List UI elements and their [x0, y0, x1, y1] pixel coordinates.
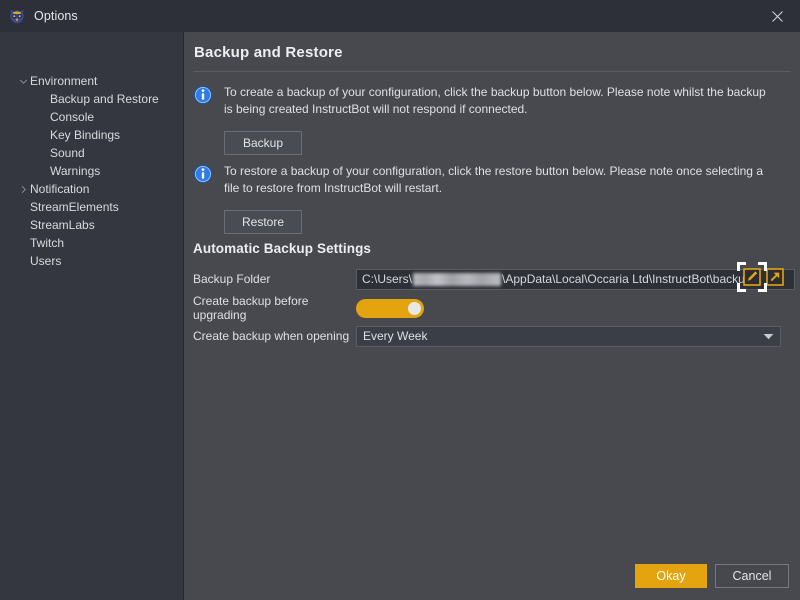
sidebar-item-label: StreamLabs [30, 218, 95, 232]
redacted-username [413, 272, 502, 286]
toggle-knob [408, 301, 421, 315]
sidebar-item-label: Warnings [50, 164, 101, 178]
settings-sidebar: Environment Backup and Restore Console K… [0, 32, 183, 600]
window-title: Options [34, 9, 78, 23]
backup-folder-input[interactable]: C:\Users\ \AppData\Local\Occaria Ltd\Inst… [356, 268, 795, 290]
info-icon [193, 164, 213, 184]
page-title: Backup and Restore [194, 44, 343, 61]
edit-pencil-icon[interactable] [743, 268, 761, 286]
sidebar-item-twitch[interactable]: Twitch [0, 234, 183, 252]
close-button[interactable] [754, 0, 800, 32]
sidebar-item-label: Console [50, 110, 95, 124]
backup-button[interactable]: Backup [224, 131, 302, 155]
create-backup-when-opening-label: Create backup when opening [193, 329, 350, 343]
sidebar-item-label: Twitch [30, 236, 65, 250]
backup-info-row: To create a backup of your configuration… [193, 84, 769, 117]
sidebar-item-label: Backup and Restore [50, 92, 159, 106]
sidebar-item-label: Environment [30, 74, 98, 88]
automatic-backup-settings-title: Automatic Backup Settings [193, 241, 372, 256]
sidebar-item-console[interactable]: Console [0, 108, 183, 126]
backup-info-text: To create a backup of your configuration… [224, 85, 766, 116]
chevron-down-icon[interactable] [16, 74, 30, 88]
sidebar-item-label: Users [30, 254, 62, 268]
sidebar-item-backup-and-restore[interactable]: Backup and Restore [0, 90, 183, 108]
backup-folder-value: C:\Users\ \AppData\Local\Occaria Ltd\Inst… [362, 272, 761, 286]
sidebar-item-sound[interactable]: Sound [0, 144, 183, 162]
cancel-button[interactable]: Cancel [715, 564, 789, 588]
owl-mascot-icon [10, 9, 24, 24]
sidebar-item-label: Sound [50, 146, 85, 160]
okay-button[interactable]: Okay [635, 564, 707, 588]
restore-info-text: To restore a backup of your configuratio… [224, 164, 763, 195]
restore-button[interactable]: Restore [224, 210, 302, 234]
sidebar-item-label: StreamElements [30, 200, 119, 214]
sidebar-item-label: Key Bindings [50, 128, 121, 142]
sidebar-item-streamelements[interactable]: StreamElements [0, 198, 183, 216]
sidebar-item-notification[interactable]: Notification [0, 180, 183, 198]
backup-folder-row: Backup Folder C:\Users\ \AppData\Local\Oc… [193, 268, 795, 290]
select-value: Every Week [363, 329, 428, 343]
options-window: Options Environment Backup and Restore C… [0, 0, 800, 600]
restore-info-block: To restore a backup of your configuratio… [193, 163, 769, 234]
sidebar-item-users[interactable]: Users [0, 252, 183, 270]
backup-folder-actions [737, 262, 795, 298]
create-backup-before-upgrading-toggle[interactable] [356, 298, 424, 318]
sidebar-item-warnings[interactable]: Warnings [0, 162, 183, 180]
create-backup-when-opening-select[interactable]: Every Week [356, 325, 781, 347]
restore-info-row: To restore a backup of your configuratio… [193, 163, 769, 196]
titlebar: Options [0, 0, 800, 32]
sidebar-item-streamlabs[interactable]: StreamLabs [0, 216, 183, 234]
chevron-down-icon [763, 333, 774, 339]
create-backup-before-upgrading-label: Create backup before upgrading [193, 294, 309, 322]
info-icon [193, 85, 213, 105]
backup-folder-label: Backup Folder [193, 272, 271, 286]
backup-folder-prefix: C:\Users\ [362, 272, 413, 286]
create-backup-before-upgrading-row: Create backup before upgrading [193, 294, 424, 322]
sidebar-item-label: Notification [30, 182, 90, 196]
open-external-icon[interactable] [766, 268, 784, 286]
backup-folder-suffix: \AppData\Local\Occaria Ltd\InstructBot\b… [502, 272, 761, 286]
create-backup-when-opening-row: Create backup when opening Every Week [193, 325, 781, 347]
sidebar-item-environment[interactable]: Environment [0, 72, 183, 90]
close-icon [771, 10, 783, 22]
sidebar-item-key-bindings[interactable]: Key Bindings [0, 126, 183, 144]
main-panel: Backup and Restore To create a backup of… [184, 32, 800, 600]
backup-info-block: To create a backup of your configuration… [193, 84, 769, 155]
title-divider [193, 71, 791, 72]
chevron-right-icon[interactable] [16, 182, 30, 196]
